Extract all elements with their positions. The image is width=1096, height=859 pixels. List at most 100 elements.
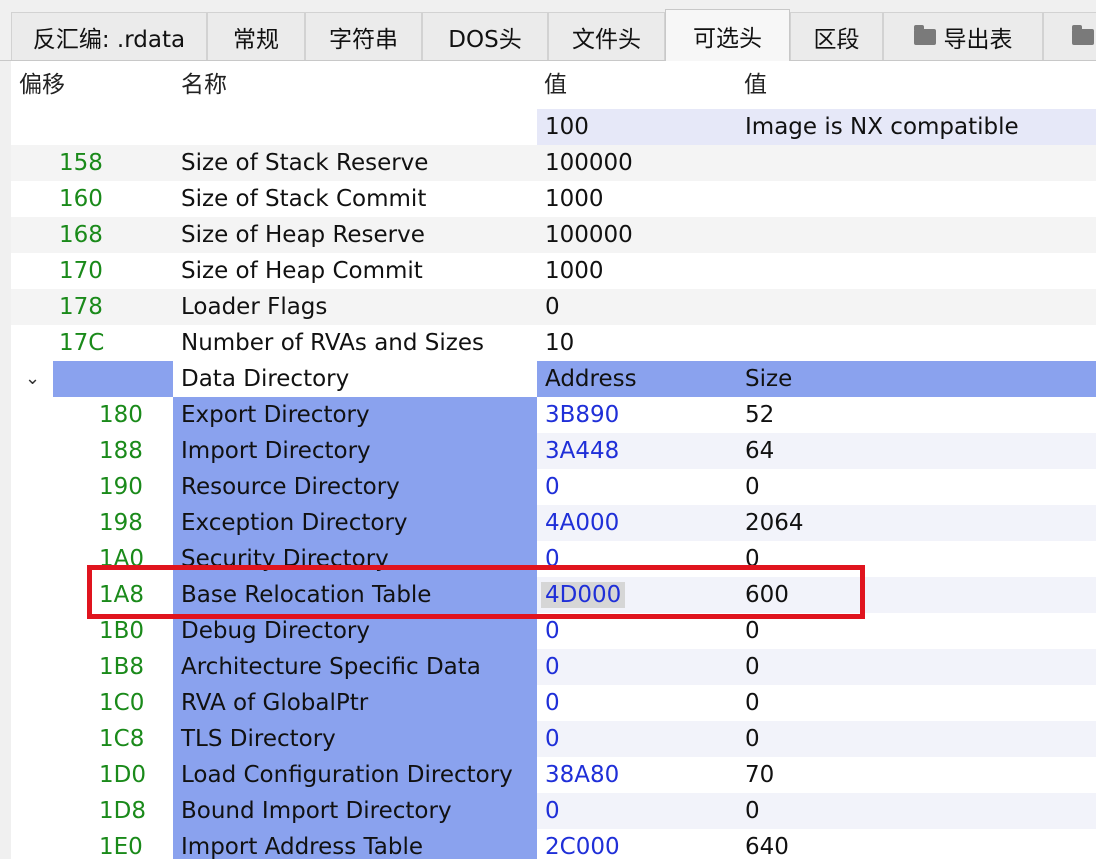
value-cell: 1000 [545,186,604,212]
directory-entry-row[interactable]: 1B8 Architecture Specific Data 0 0 [11,649,1096,685]
address-value: 0 [545,798,560,824]
column-header-value-2[interactable]: 值 [736,61,1096,109]
directory-entry-row[interactable]: 1C8 TLS Directory 0 0 [11,721,1096,757]
address-cell: 0 [537,685,737,721]
address-value: 0 [545,474,560,500]
address-value: 0 [545,654,560,680]
table-row[interactable]: 158 Size of Stack Reserve 100000 [11,145,1096,181]
directory-entry-row[interactable]: 1E0 Import Address Table 2C000 640 [11,829,1096,859]
name-cell: RVA of GlobalPtr [173,685,537,721]
column-header-name[interactable]: 名称 [173,61,537,109]
name-cell: Resource Directory [173,469,537,505]
directory-entry-row[interactable]: 1C0 RVA of GlobalPtr 0 0 [11,685,1096,721]
address-value: 38A80 [545,762,620,788]
address-cell: 4A000 [537,505,737,541]
size-cell: 52 [737,397,1096,433]
offset-cell: 160 [59,186,103,212]
table-row[interactable]: 160 Size of Stack Commit 1000 [11,181,1096,217]
size-cell: 64 [737,433,1096,469]
tab-label: 区段 [813,26,860,53]
size-cell: 70 [737,757,1096,793]
directory-entry-row[interactable]: 198 Exception Directory 4A000 2064 [11,505,1096,541]
tab-sections[interactable]: 区段 [790,12,883,60]
folder-icon [913,24,936,45]
address-value: 0 [545,690,560,716]
table-row[interactable]: 17C Number of RVAs and Sizes 10 [11,325,1096,361]
name-cell: Architecture Specific Data [173,649,537,685]
column-header-value[interactable]: 值 [536,61,736,109]
directory-entry-row[interactable]: 1D8 Bound Import Directory 0 0 [11,793,1096,829]
tab-label: 文件头 [572,26,641,53]
value-cell: 1000 [545,258,604,284]
tab-disasm[interactable]: 反汇编: .rdata [11,12,207,60]
offset-cell: 170 [59,258,103,284]
highlight-annotation-box [87,565,865,619]
size-cell: 2064 [737,505,1096,541]
address-value: 3B890 [545,402,620,428]
name-cell: Data Directory [173,361,537,397]
offset-cell [53,361,173,397]
tab-label: 反汇编: .rdata [32,26,186,53]
table-row[interactable]: 178 Loader Flags 0 [11,289,1096,325]
data-directory-row[interactable]: ⌄ Data Directory Address Size [11,361,1096,397]
directory-entry-row[interactable]: 190 Resource Directory 0 0 [11,469,1096,505]
tab-optional-header[interactable]: 可选头 [665,9,790,61]
address-cell: 38A80 [537,757,737,793]
offset-cell: 168 [59,222,103,248]
name-cell: Number of RVAs and Sizes [181,330,484,356]
folder-icon [1072,24,1094,45]
size-cell: 0 [737,721,1096,757]
address-value: 3A448 [545,438,620,464]
table-header: 偏移 名称 值 值 [11,61,1096,109]
value-cell: 100 [537,109,737,145]
offset-cell: 158 [59,150,103,176]
table-row[interactable]: 168 Size of Heap Reserve 100000 [11,217,1096,253]
offset-cell: 17C [59,330,105,356]
address-value: 0 [545,618,560,644]
description-cell: Image is NX compatible [737,109,1096,145]
value-cell: 0 [545,294,560,320]
directory-entry-row[interactable]: 188 Import Directory 3A448 64 [11,433,1096,469]
address-cell: 3B890 [537,397,737,433]
table-row[interactable]: 170 Size of Heap Commit 1000 [11,253,1096,289]
column-header-offset[interactable]: 偏移 [11,61,173,109]
directory-entry-row[interactable]: 1D0 Load Configuration Directory 38A80 70 [11,757,1096,793]
value-cell: 10 [545,330,575,356]
name-cell: Load Configuration Directory [173,757,537,793]
address-cell: 0 [537,721,737,757]
tab-dos-header[interactable]: DOS头 [422,12,548,60]
offset-cell: 180 [91,397,173,433]
tab-bar: 反汇编: .rdata 常规 字符串 DOS头 文件头 可选头 区段 导出表 [0,0,1096,61]
name-cell: Size of Stack Reserve [181,150,429,176]
offset-cell: 1C0 [91,685,173,721]
offset-cell: 1E0 [91,829,173,859]
offset-cell: 1D8 [91,793,173,829]
optional-header-table: 偏移 名称 值 值 100 Image is NX compatible 158… [11,61,1096,859]
name-cell: Import Directory [173,433,537,469]
chevron-down-icon[interactable]: ⌄ [25,361,40,397]
size-column-label: Size [737,361,1096,397]
tab-label: 导出表 [943,26,1013,53]
address-cell: 0 [537,793,737,829]
address-column-label: Address [537,361,737,397]
offset-cell: 1B8 [91,649,173,685]
size-cell: 0 [737,685,1096,721]
tab-label: DOS头 [448,26,522,53]
name-cell: Exception Directory [173,505,537,541]
size-cell: 640 [737,829,1096,859]
offset-cell: 1C8 [91,721,173,757]
table-row[interactable]: 100 Image is NX compatible [11,109,1096,145]
name-cell: Export Directory [173,397,537,433]
directory-entry-row[interactable]: 180 Export Directory 3B890 52 [11,397,1096,433]
tab-overflow[interactable] [1043,12,1096,60]
name-cell: Import Address Table [173,829,537,859]
value-cell: 100000 [545,150,633,176]
size-cell: 0 [737,793,1096,829]
tab-label: 字符串 [329,26,398,53]
address-cell: 2C000 [537,829,737,859]
tab-exports[interactable]: 导出表 [883,12,1043,60]
tab-strings[interactable]: 字符串 [305,12,422,60]
tab-file-header[interactable]: 文件头 [548,12,665,60]
name-cell: Loader Flags [181,294,328,320]
tab-general[interactable]: 常规 [207,12,305,60]
